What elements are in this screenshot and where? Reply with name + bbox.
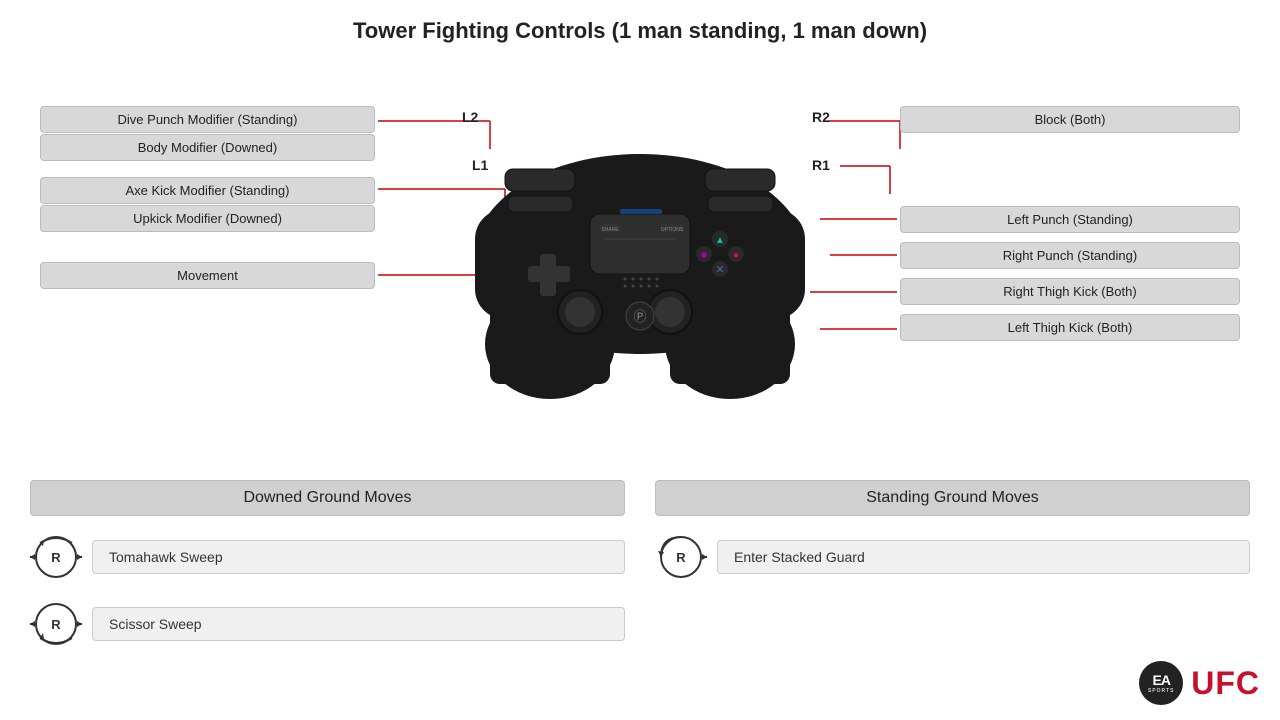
page-title: Tower Fighting Controls (1 man standing,… — [0, 0, 1280, 44]
right-punch-label: Right Punch (Standing) — [900, 242, 1240, 269]
dive-punch-label: Dive Punch Modifier (Standing) — [40, 106, 375, 133]
movement-label: Movement — [40, 262, 375, 289]
upkick-modifier-label: Upkick Modifier (Downed) — [40, 205, 375, 232]
tomahawk-label: Tomahawk Sweep — [92, 540, 625, 574]
standing-moves-panel: Standing Ground Moves R Enter Stacked Gu… — [655, 480, 1250, 583]
stacked-guard-row: R Enter Stacked Guard — [655, 531, 1250, 583]
tomahawk-joystick: R — [30, 531, 82, 583]
standing-panel-title: Standing Ground Moves — [655, 480, 1250, 516]
downed-panel-title: Downed Ground Moves — [30, 480, 625, 516]
branding: EA SPORTS UFC — [1139, 661, 1260, 705]
svg-text:R: R — [51, 550, 61, 565]
scissor-label: Scissor Sweep — [92, 607, 625, 641]
axe-kick-label: Axe Kick Modifier (Standing) — [40, 177, 375, 204]
svg-text:Ⓟ: Ⓟ — [633, 309, 646, 324]
tomahawk-row: R Tomahawk Sweep — [30, 531, 625, 583]
stacked-guard-joystick: R — [655, 531, 707, 583]
ea-sports-badge: EA SPORTS — [1139, 661, 1183, 705]
stacked-guard-label: Enter Stacked Guard — [717, 540, 1250, 574]
bottom-section: Downed Ground Moves R Tomahawk — [0, 465, 1280, 720]
svg-text:■: ■ — [701, 250, 707, 261]
block-label: Block (Both) — [900, 106, 1240, 133]
controller-image: ▲ ● ■ ✕ Ⓟ SHARE OPTIONS — [450, 54, 830, 414]
left-punch-label: Left Punch (Standing) — [900, 206, 1240, 233]
svg-text:▲: ▲ — [715, 235, 725, 246]
downed-moves-panel: Downed Ground Moves R Tomahawk — [30, 480, 625, 650]
body-modifier-label: Body Modifier (Downed) — [40, 134, 375, 161]
svg-text:R: R — [51, 617, 61, 632]
right-thigh-kick-label: Right Thigh Kick (Both) — [900, 278, 1240, 305]
svg-text:SHARE: SHARE — [601, 227, 619, 233]
svg-text:R: R — [676, 550, 686, 565]
scissor-row: R Scissor Sweep — [30, 598, 625, 650]
ufc-text: UFC — [1191, 665, 1260, 702]
ea-text: EA — [1153, 672, 1170, 689]
left-thigh-kick-label: Left Thigh Kick (Both) — [900, 314, 1240, 341]
svg-text:OPTIONS: OPTIONS — [661, 227, 684, 233]
controller-section: L2 L1 Dive Punch Modifier (Standing) Bod… — [0, 44, 1280, 464]
svg-text:✕: ✕ — [715, 264, 724, 276]
svg-text:●: ● — [733, 250, 739, 261]
sports-text: SPORTS — [1148, 688, 1175, 694]
scissor-joystick: R — [30, 598, 82, 650]
